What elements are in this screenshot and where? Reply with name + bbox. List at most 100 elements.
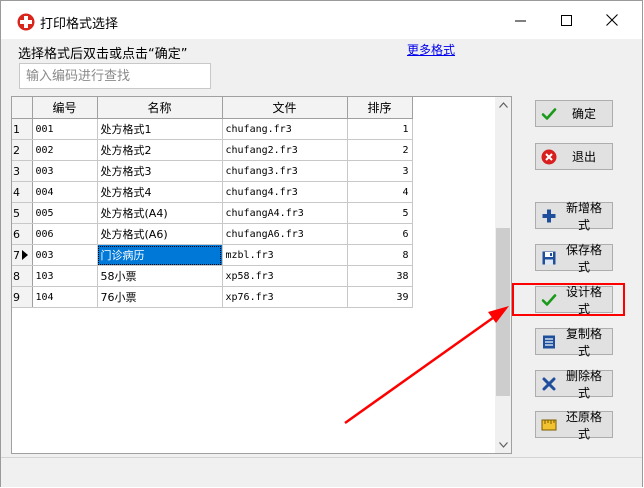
floppy-icon xyxy=(541,250,557,266)
status-bar xyxy=(1,457,642,487)
table-row[interactable]: 2 002 处方格式2 chufang2.fr3 2 xyxy=(12,139,413,161)
cell-code[interactable]: 006 xyxy=(32,223,98,245)
ok-button[interactable]: 确定 xyxy=(535,100,613,127)
save-format-button-label: 保存格式 xyxy=(565,242,602,274)
row-indicator: 9 xyxy=(12,286,33,308)
close-button[interactable] xyxy=(589,5,635,35)
plus-icon xyxy=(541,208,557,224)
corner-cell xyxy=(12,97,33,119)
format-table[interactable]: 编号 名称 文件 排序 1 001 处方格式1 chufang.fr3 1 2 … xyxy=(11,96,512,454)
cell-file[interactable]: xp76.fr3 xyxy=(222,286,348,308)
x-icon xyxy=(541,376,557,392)
cell-code[interactable]: 104 xyxy=(32,286,98,308)
cell-file[interactable]: chufangA4.fr3 xyxy=(222,202,348,224)
table-row[interactable]: 6 006 处方格式(A6) chufangA6.fr3 6 xyxy=(12,223,413,245)
cell-code[interactable]: 003 xyxy=(32,160,98,182)
row-indicator: 4 xyxy=(12,181,33,203)
scroll-down-button[interactable] xyxy=(495,437,511,453)
cell-code[interactable]: 004 xyxy=(32,181,98,203)
minimize-button[interactable] xyxy=(497,5,543,35)
cell-order[interactable]: 1 xyxy=(347,118,413,140)
row-indicator-current: 7 xyxy=(12,244,33,266)
column-header-name[interactable]: 名称 xyxy=(97,97,223,119)
cell-order[interactable]: 39 xyxy=(347,286,413,308)
cell-code[interactable]: 002 xyxy=(32,139,98,161)
cell-order[interactable]: 5 xyxy=(347,202,413,224)
document-icon xyxy=(541,334,557,350)
cell-order[interactable]: 38 xyxy=(347,265,413,287)
column-header-code[interactable]: 编号 xyxy=(32,97,98,119)
annotation-highlight-box xyxy=(512,283,625,316)
scroll-up-button[interactable] xyxy=(495,97,511,113)
cell-code[interactable]: 005 xyxy=(32,202,98,224)
cell-name[interactable]: 58小票 xyxy=(97,265,223,287)
print-format-dialog: 打印格式选择 选择格式后双击或点击“确定” 更多格式 编号 名称 文件 排序 xyxy=(0,0,643,487)
delete-format-button[interactable]: 删除格式 xyxy=(535,369,613,400)
row-indicator: 3 xyxy=(12,160,33,182)
restore-format-button-label: 还原格式 xyxy=(565,409,602,441)
delete-format-button-label: 删除格式 xyxy=(565,368,602,400)
cell-name[interactable]: 76小票 xyxy=(97,286,223,308)
more-formats-link[interactable]: 更多格式 xyxy=(407,41,455,58)
table-row[interactable]: 5 005 处方格式(A4) chufangA4.fr3 5 xyxy=(12,202,413,224)
cell-name[interactable]: 处方格式3 xyxy=(97,160,223,182)
current-row-arrow-icon xyxy=(22,250,28,260)
search-input[interactable] xyxy=(19,63,211,89)
instruction-label: 选择格式后双击或点击“确定” xyxy=(18,47,188,62)
row-indicator: 1 xyxy=(12,118,33,140)
save-format-button[interactable]: 保存格式 xyxy=(535,243,613,274)
cell-name[interactable]: 处方格式(A4) xyxy=(97,202,223,224)
cell-code[interactable]: 001 xyxy=(32,118,98,140)
exit-button[interactable]: 退出 xyxy=(535,143,613,170)
table-row[interactable]: 1 001 处方格式1 chufang.fr3 1 xyxy=(12,118,413,140)
copy-format-button[interactable]: 复制格式 xyxy=(535,327,613,358)
cell-name-selected[interactable]: 门诊病历 xyxy=(97,244,223,266)
table-row[interactable]: 8 103 58小票 xp58.fr3 38 xyxy=(12,265,413,287)
cell-order[interactable]: 6 xyxy=(347,223,413,245)
close-icon xyxy=(606,14,618,26)
close-circle-icon xyxy=(541,149,557,165)
cell-name[interactable]: 处方格式2 xyxy=(97,139,223,161)
scroll-thumb[interactable] xyxy=(496,228,510,396)
cell-file[interactable]: chufang.fr3 xyxy=(222,118,348,140)
add-format-button[interactable]: 新增格式 xyxy=(535,201,613,232)
table-row-current[interactable]: 7 003 门诊病历 mzbl.fr3 8 xyxy=(12,244,413,266)
cell-file[interactable]: chufang3.fr3 xyxy=(222,160,348,182)
row-indicator: 8 xyxy=(12,265,33,287)
table-row[interactable]: 4 004 处方格式4 chufang4.fr3 4 xyxy=(12,181,413,203)
chevron-up-icon xyxy=(498,102,508,108)
cell-code[interactable]: 003 xyxy=(32,244,98,266)
cell-code[interactable]: 103 xyxy=(32,265,98,287)
row-number: 7 xyxy=(13,248,20,262)
cell-order[interactable]: 4 xyxy=(347,181,413,203)
ok-button-label: 确定 xyxy=(571,107,596,121)
cell-order[interactable]: 2 xyxy=(347,139,413,161)
minimize-icon xyxy=(514,20,526,21)
red-cross-icon xyxy=(17,13,35,31)
cell-file[interactable]: chufang4.fr3 xyxy=(222,181,348,203)
row-indicator: 6 xyxy=(12,223,33,245)
cell-file[interactable]: mzbl.fr3 xyxy=(222,244,348,266)
cell-order[interactable]: 3 xyxy=(347,160,413,182)
cell-file[interactable]: chufangA6.fr3 xyxy=(222,223,348,245)
vertical-scrollbar[interactable] xyxy=(495,97,511,453)
ruler-icon xyxy=(541,417,557,433)
cell-file[interactable]: xp58.fr3 xyxy=(222,265,348,287)
table-row[interactable]: 3 003 处方格式3 chufang3.fr3 3 xyxy=(12,160,413,182)
title-bar[interactable]: 打印格式选择 xyxy=(1,1,642,39)
column-header-order[interactable]: 排序 xyxy=(347,97,413,119)
cell-order[interactable]: 8 xyxy=(347,244,413,266)
chevron-down-icon xyxy=(498,442,508,448)
restore-format-button[interactable]: 还原格式 xyxy=(535,410,613,441)
table-header-row: 编号 名称 文件 排序 xyxy=(12,97,413,119)
copy-format-button-label: 复制格式 xyxy=(565,326,602,358)
cell-file[interactable]: chufang2.fr3 xyxy=(222,139,348,161)
column-header-file[interactable]: 文件 xyxy=(222,97,348,119)
cell-name[interactable]: 处方格式1 xyxy=(97,118,223,140)
table-row[interactable]: 9 104 76小票 xp76.fr3 39 xyxy=(12,286,413,308)
maximize-button[interactable] xyxy=(543,5,589,35)
row-indicator: 2 xyxy=(12,139,33,161)
cell-name[interactable]: 处方格式4 xyxy=(97,181,223,203)
cell-name[interactable]: 处方格式(A6) xyxy=(97,223,223,245)
maximize-icon xyxy=(560,14,572,26)
